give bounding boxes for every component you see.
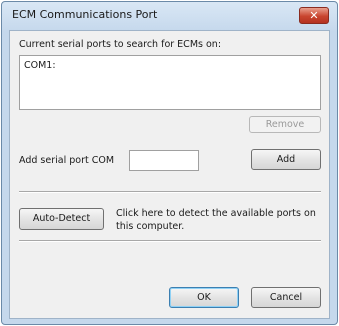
list-item[interactable]: COM1: xyxy=(24,60,56,71)
auto-detect-description: Click here to detect the available ports… xyxy=(116,208,316,232)
close-icon: ✕ xyxy=(309,9,319,22)
com-port-input[interactable] xyxy=(129,150,199,171)
add-port-label: Add serial port COM xyxy=(19,155,115,166)
remove-button[interactable]: Remove xyxy=(249,116,321,133)
serial-ports-list[interactable]: COM1: xyxy=(19,55,321,110)
add-button[interactable]: Add xyxy=(251,149,321,170)
window-title: ECM Communications Port xyxy=(12,8,158,21)
cancel-button[interactable]: Cancel xyxy=(251,287,321,308)
dialog-window: ECM Communications Port ✕ Current serial… xyxy=(1,1,338,325)
auto-detect-button[interactable]: Auto-Detect xyxy=(19,208,104,230)
ok-button[interactable]: OK xyxy=(169,287,239,308)
separator xyxy=(19,191,321,193)
close-button[interactable]: ✕ xyxy=(299,7,329,24)
dialog-body: Current serial ports to search for ECMs … xyxy=(9,30,330,319)
title-bar[interactable]: ECM Communications Port ✕ xyxy=(2,2,337,30)
serial-ports-heading: Current serial ports to search for ECMs … xyxy=(19,39,222,50)
separator xyxy=(19,240,321,242)
